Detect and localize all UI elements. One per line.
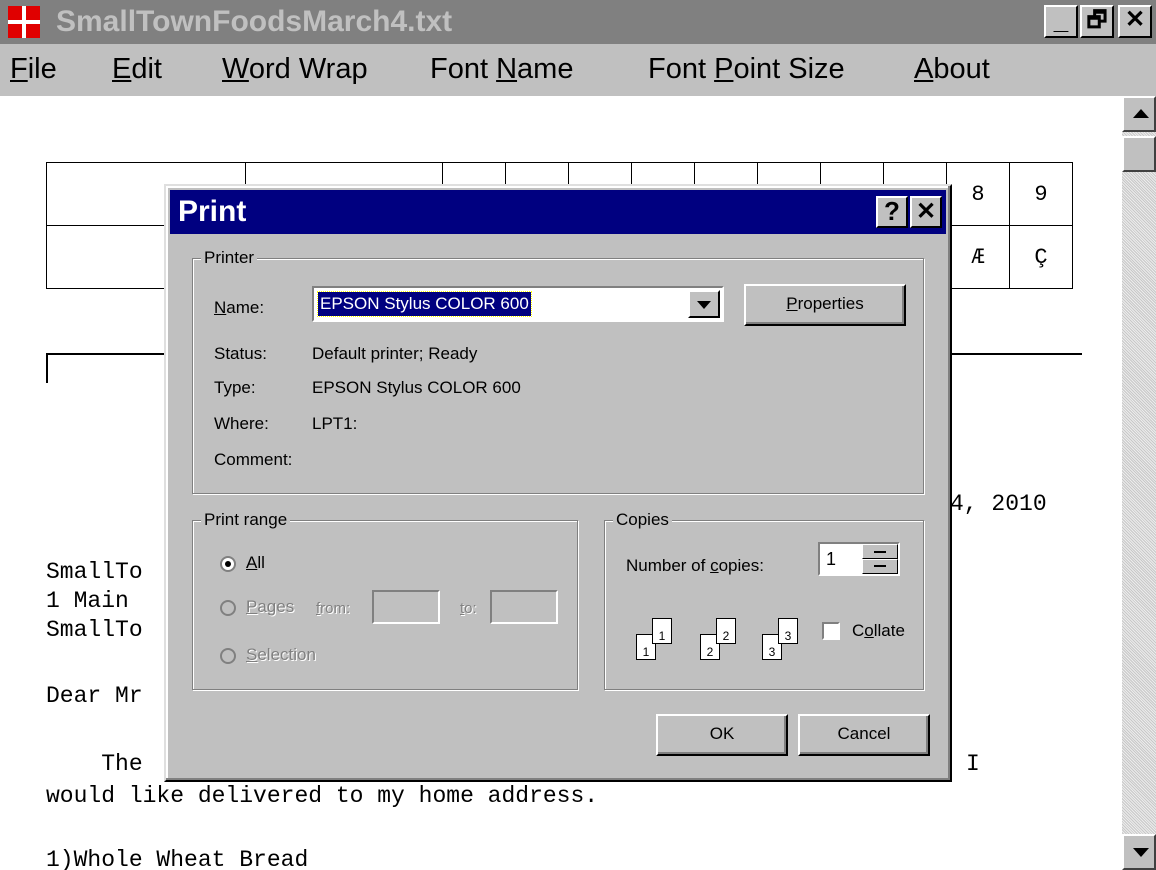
close-icon: ✕	[915, 198, 937, 225]
scroll-thumb[interactable]	[1122, 136, 1156, 172]
where-value: LPT1:	[312, 414, 358, 433]
menu-file[interactable]: File	[10, 53, 57, 86]
ok-button[interactable]: OK	[656, 714, 788, 756]
dialog-title-bar[interactable]: Print ? ✕	[170, 190, 946, 234]
help-icon: ?	[884, 196, 900, 226]
range-selection-label[interactable]: Selection	[246, 645, 316, 665]
scroll-up-button[interactable]	[1122, 96, 1156, 132]
vertical-scrollbar[interactable]	[1122, 96, 1156, 870]
minimize-icon: _	[1053, 5, 1069, 35]
dialog-close-button[interactable]: ✕	[910, 196, 942, 228]
radio-selected-dot	[225, 561, 231, 567]
range-pages-label[interactable]: Pages	[246, 597, 294, 617]
menu-font-name[interactable]: Font Name	[430, 53, 573, 86]
collate-checkbox[interactable]	[822, 622, 840, 640]
printer-name-select[interactable]: EPSON Stylus COLOR 600	[312, 286, 724, 322]
dialog-title: Print	[178, 195, 247, 228]
copies-stepper[interactable]: 1	[818, 542, 900, 576]
copies-increment-button[interactable]	[862, 544, 898, 559]
copies-decrement-button[interactable]	[862, 559, 898, 574]
range-pages-radio[interactable]	[220, 600, 236, 616]
status-label: Status:	[214, 344, 267, 363]
menu-about[interactable]: About	[914, 53, 990, 86]
name-label: Name:	[214, 298, 265, 317]
from-page-input[interactable]	[372, 590, 440, 624]
page-icon: 1	[652, 618, 672, 644]
close-icon: ✕	[1124, 6, 1146, 33]
text-line: Dear Mr	[46, 683, 143, 709]
comment-label: Comment:	[214, 450, 293, 469]
to-page-input[interactable]	[490, 590, 558, 624]
table-cell: 8	[946, 162, 1010, 226]
chevron-down-icon	[697, 301, 711, 309]
range-all-label[interactable]: All	[246, 553, 265, 573]
arrow-down-icon	[1133, 848, 1149, 857]
text-line: 1 Main	[46, 588, 129, 614]
text-line: SmallTo	[46, 617, 143, 643]
menu-bar: File Edit Word Wrap Font Name Font Point…	[0, 44, 1156, 96]
window-title: SmallTownFoodsMarch4.txt	[56, 5, 453, 38]
restore-icon: 🗗	[1086, 7, 1108, 32]
table-cell: Ç	[1009, 225, 1073, 289]
type-value: EPSON Stylus COLOR 600	[312, 378, 521, 397]
scroll-down-button[interactable]	[1122, 834, 1156, 870]
close-button[interactable]: ✕	[1118, 5, 1152, 38]
range-selection-radio[interactable]	[220, 648, 236, 664]
minimize-button[interactable]: _	[1044, 5, 1078, 38]
page-icon: 3	[778, 618, 798, 644]
to-label: to:	[460, 600, 477, 617]
menu-font-point-size[interactable]: Font Point Size	[648, 53, 845, 86]
type-label: Type:	[214, 378, 256, 397]
page-icon: 2	[716, 618, 736, 644]
copies-spin-buttons[interactable]	[862, 544, 898, 574]
table-cell: 9	[1009, 162, 1073, 226]
text-line-end: I	[966, 751, 980, 777]
cancel-button[interactable]: Cancel	[798, 714, 930, 756]
text-line: 1)Whole Wheat Bread	[46, 847, 309, 870]
rule-tick	[46, 353, 48, 383]
print-dialog[interactable]: Print ? ✕ Printer Name: EPSON Stylus COL…	[164, 184, 952, 782]
print-range-label: Print range	[201, 510, 291, 530]
date-text: 4, 2010	[950, 491, 1047, 517]
properties-button[interactable]: Properties	[744, 284, 906, 326]
restore-button[interactable]: 🗗	[1080, 5, 1114, 38]
arrow-up-icon	[1133, 109, 1149, 118]
menu-edit[interactable]: Edit	[112, 53, 162, 86]
notepad-app-icon[interactable]	[8, 6, 40, 38]
help-button[interactable]: ?	[876, 196, 908, 228]
where-label: Where:	[214, 414, 269, 433]
collate-label[interactable]: Collate	[852, 621, 905, 641]
copies-label: Number of copies:	[626, 556, 764, 575]
printer-name-value: EPSON Stylus COLOR 600	[317, 291, 532, 317]
from-label: from:	[316, 600, 351, 617]
text-line: The	[46, 751, 143, 777]
range-all-radio[interactable]	[220, 556, 236, 572]
text-line: would like delivered to my home address.	[46, 783, 599, 809]
copies-value[interactable]: 1	[826, 548, 836, 570]
app-title-bar[interactable]: SmallTownFoodsMarch4.txt _ 🗗 ✕	[0, 0, 1156, 44]
menu-word-wrap[interactable]: Word Wrap	[222, 53, 368, 86]
printer-group-label: Printer	[201, 248, 258, 268]
status-value: Default printer; Ready	[312, 344, 478, 363]
table-cell: Æ	[946, 225, 1010, 289]
copies-group-label: Copies	[613, 510, 672, 530]
text-line: SmallTo	[46, 559, 143, 585]
printer-dropdown-button[interactable]	[688, 290, 720, 318]
